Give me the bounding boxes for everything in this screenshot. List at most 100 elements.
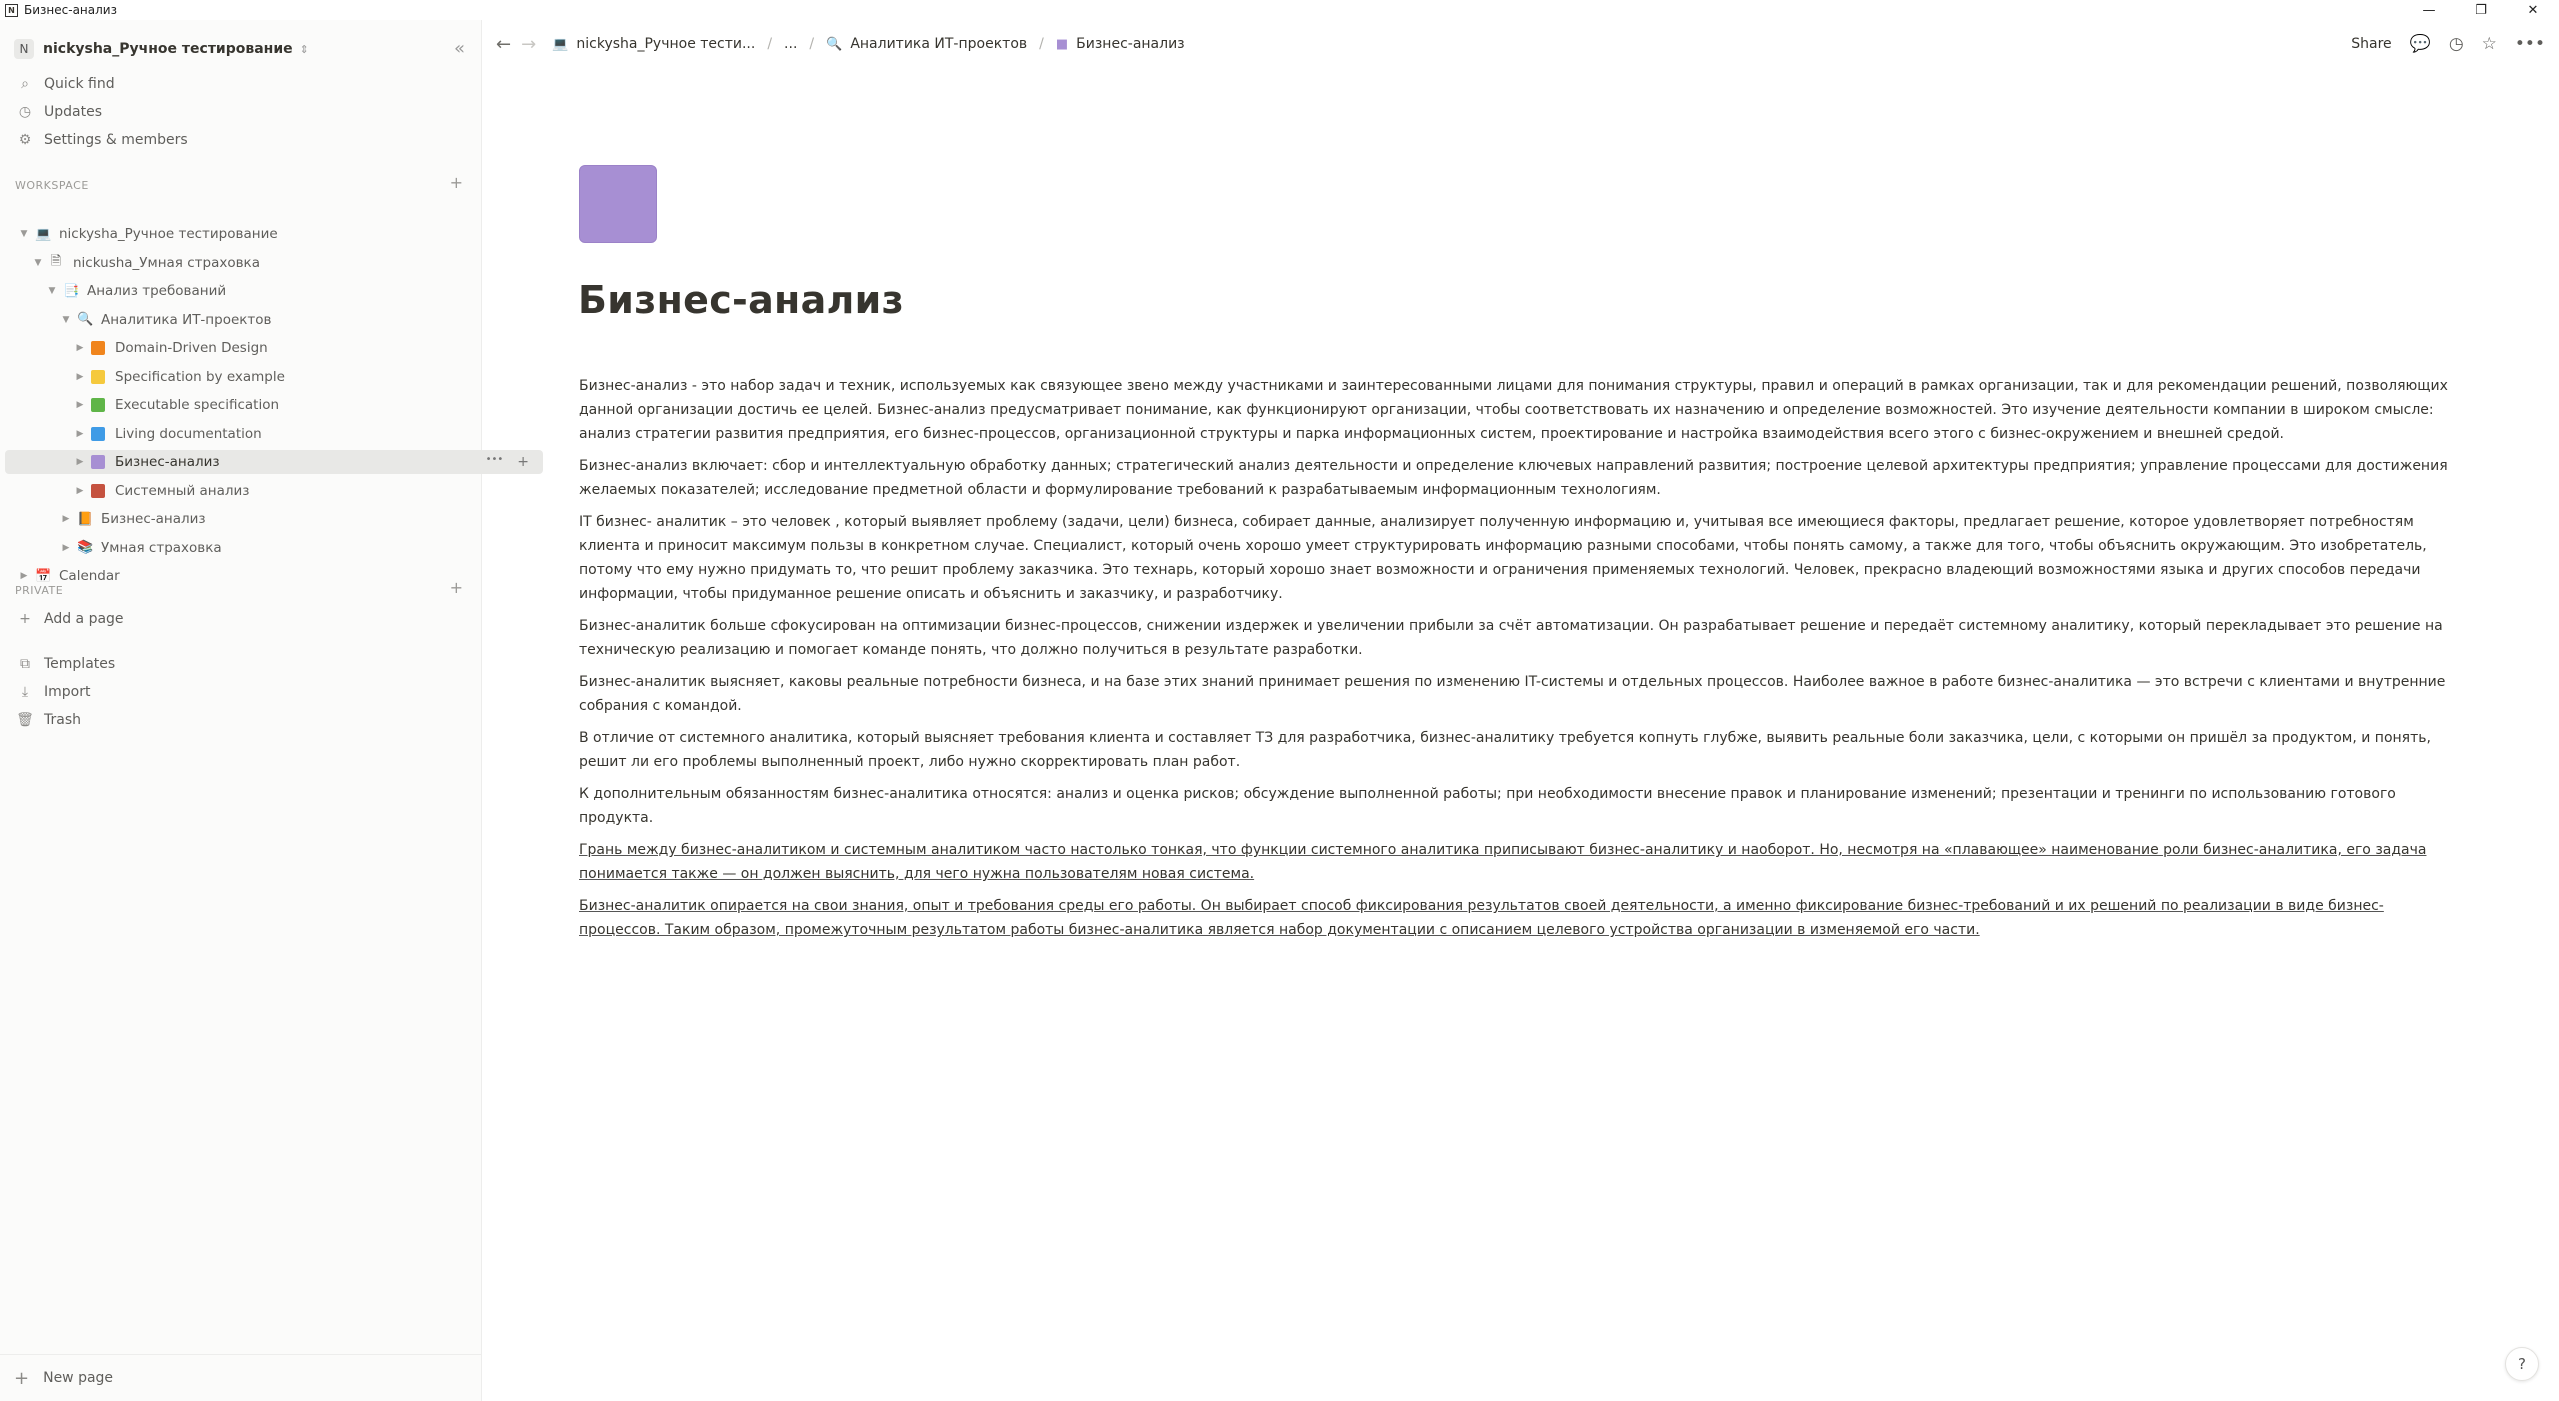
- collapse-sidebar-icon[interactable]: «: [454, 38, 465, 59]
- restore-button[interactable]: ❐: [2455, 0, 2507, 20]
- trash-button[interactable]: 🗑 Trash: [16, 708, 81, 732]
- caret-right-icon[interactable]: ▶: [59, 543, 73, 553]
- breadcrumb-item[interactable]: 🔍 Аналитика ИТ-проектов: [826, 36, 1027, 52]
- text-block[interactable]: В отличие от системного аналитика, котор…: [579, 726, 2459, 774]
- breadcrumb-item[interactable]: 💻 nickysha_Ручное тести...: [552, 36, 755, 52]
- breadcrumb-item[interactable]: ...: [784, 36, 797, 52]
- comments-icon[interactable]: 💬: [2410, 34, 2431, 54]
- more-options-icon[interactable]: •••: [2515, 34, 2545, 54]
- gear-icon: ⚙: [18, 132, 32, 148]
- top-bar: ← → 💻 nickysha_Ручное тести... /... / 🔍 Анали…: [482, 20, 2559, 68]
- caret-down-icon[interactable]: ▼: [59, 315, 73, 325]
- sidebar-page-item[interactable]: ▶ Системный анализ: [5, 479, 543, 503]
- sidebar-page-label: Анализ требований: [87, 283, 227, 299]
- page-content: Бизнес-анализ - это набор задач и техник…: [579, 374, 2459, 950]
- brown-square-icon: [91, 483, 105, 498]
- minimize-button[interactable]: —: [2403, 0, 2455, 20]
- sidebar-page-item[interactable]: ▶ Specification by example: [5, 365, 543, 389]
- sidebar-page-item[interactable]: ▼ 💻 nickysha_Ручное тестирование: [5, 222, 487, 246]
- sidebar-page-item[interactable]: ▶ 📚 Умная страховка: [5, 536, 529, 560]
- share-button[interactable]: Share: [2351, 36, 2391, 52]
- caret-right-icon[interactable]: ▶: [73, 343, 87, 353]
- text-block[interactable]: Грань между бизнес-аналитиком и системны…: [579, 838, 2459, 886]
- text-block[interactable]: Бизнес-аналитик больше сфокусирован на о…: [579, 614, 2459, 662]
- sidebar-page-label: Аналитика ИТ-проектов: [101, 311, 272, 328]
- breadcrumb-separator: /: [767, 36, 773, 52]
- nav-label: Import: [44, 684, 91, 700]
- add-private-page-icon[interactable]: +: [450, 578, 463, 597]
- more-options-icon[interactable]: •••: [486, 454, 504, 470]
- caret-down-icon[interactable]: ▼: [31, 258, 45, 268]
- sidebar-page-label: Умная страховка: [101, 539, 222, 556]
- caret-down-icon[interactable]: ▼: [45, 286, 59, 296]
- add-subpage-icon[interactable]: +: [517, 454, 529, 470]
- workspace-avatar: N: [14, 39, 34, 59]
- sidebar-page-item[interactable]: ▶ Domain-Driven Design: [5, 336, 543, 360]
- sidebar-page-item[interactable]: ▶ 📙 Бизнес-анализ: [5, 507, 529, 531]
- purple-square-icon: [91, 455, 105, 469]
- back-arrow-icon[interactable]: ←: [496, 34, 511, 55]
- forward-arrow-icon[interactable]: →: [521, 34, 536, 55]
- sidebar-page-label: Domain-Driven Design: [115, 340, 268, 356]
- sidebar-page-item[interactable]: ▼ 🔍 Аналитика ИТ-проектов: [5, 308, 529, 332]
- workspace-switcher[interactable]: N nickysha_Ручное тестирование ⇕: [14, 34, 309, 64]
- history-icon[interactable]: ◷: [2449, 34, 2464, 54]
- sidebar-page-item[interactable]: ▶ 📅 Calendar: [5, 564, 487, 588]
- page-title[interactable]: Бизнес-анализ: [578, 278, 904, 322]
- caret-right-icon[interactable]: ▶: [73, 400, 87, 410]
- add-a-page-button[interactable]: + Add a page: [16, 607, 123, 631]
- quick-find-button[interactable]: ⌕ Quick find: [16, 72, 115, 96]
- sidebar-page-item[interactable]: ▼ 🗎 nickusha_Умная страховка: [5, 251, 501, 275]
- clock-icon: ◷: [18, 104, 32, 120]
- text-block[interactable]: Бизнес-аналитик опирается на свои знания…: [579, 894, 2459, 942]
- orange-square-icon: [91, 341, 105, 355]
- window-controls: — ❐ ✕: [2403, 0, 2559, 20]
- page-icon-purple-square[interactable]: [579, 165, 657, 243]
- magnifier-icon: 🔍: [826, 36, 843, 52]
- plus-icon: +: [14, 1367, 30, 1389]
- text-block[interactable]: К дополнительным обязанностям бизнес-ана…: [579, 782, 2459, 830]
- close-button[interactable]: ✕: [2507, 0, 2559, 20]
- download-icon: ⤓: [21, 684, 29, 700]
- text-block[interactable]: IT бизнес- аналитик – это человек , кото…: [579, 510, 2459, 606]
- sidebar-page-label: nickusha_Умная страховка: [73, 254, 260, 271]
- page-actions: Share 💬 ◷ ☆ •••: [2351, 20, 2545, 68]
- sidebar-page-label: nickysha_Ручное тестирование: [59, 226, 278, 242]
- import-button[interactable]: ⤓ Import: [16, 680, 91, 704]
- sidebar-page-label: Calendar: [59, 568, 120, 584]
- app-icon: N: [5, 3, 18, 17]
- help-button[interactable]: ?: [2505, 1347, 2539, 1381]
- workspace-name: nickysha_Ручное тестирование: [43, 41, 293, 57]
- caret-right-icon[interactable]: ▶: [73, 372, 87, 382]
- favorite-star-icon[interactable]: ☆: [2482, 34, 2497, 54]
- text-block[interactable]: Бизнес-анализ включает: сбор и интеллект…: [579, 454, 2459, 502]
- caret-right-icon[interactable]: ▶: [73, 429, 87, 439]
- row-actions: ••• +: [486, 454, 529, 470]
- caret-right-icon[interactable]: ▶: [59, 514, 73, 524]
- breadcrumb-label: ...: [784, 36, 798, 52]
- nav-label: Quick find: [44, 76, 115, 92]
- settings-button[interactable]: ⚙ Settings & members: [16, 128, 188, 152]
- caret-down-icon[interactable]: ▼: [17, 229, 31, 239]
- templates-button[interactable]: ⧉ Templates: [16, 652, 115, 676]
- text-block[interactable]: Бизнес-аналитик выясняет, каковы реальны…: [579, 670, 2459, 718]
- sidebar-page-item[interactable]: ▶ Бизнес-анализ ••• +: [5, 450, 543, 474]
- sidebar-page-item[interactable]: ▶ Living documentation: [5, 422, 543, 446]
- purple-square-icon: ■: [1055, 36, 1069, 52]
- updates-button[interactable]: ◷ Updates: [16, 100, 102, 124]
- window-title: Бизнес-анализ: [24, 3, 117, 17]
- breadcrumb-item[interactable]: ■ Бизнес-анализ: [1056, 36, 1185, 52]
- sidebar-page-item[interactable]: ▶ Executable specification: [5, 393, 543, 417]
- trash-icon: 🗑: [16, 712, 34, 728]
- caret-right-icon[interactable]: ▶: [73, 486, 87, 496]
- sidebar-page-item[interactable]: ▼ 📑 Анализ требований: [5, 279, 515, 303]
- caret-right-icon[interactable]: ▶: [73, 457, 87, 467]
- new-page-button[interactable]: + New page: [0, 1354, 481, 1401]
- add-workspace-page-icon[interactable]: +: [450, 173, 463, 192]
- caret-right-icon[interactable]: ▶: [17, 571, 31, 581]
- text-block[interactable]: Бизнес-анализ - это набор задач и техник…: [579, 374, 2459, 446]
- blue-square-icon: [91, 426, 105, 441]
- private-section-label: PRIVATE: [15, 584, 64, 597]
- sidebar-page-label: Living documentation: [115, 425, 262, 442]
- books-icon: 📚: [77, 540, 94, 555]
